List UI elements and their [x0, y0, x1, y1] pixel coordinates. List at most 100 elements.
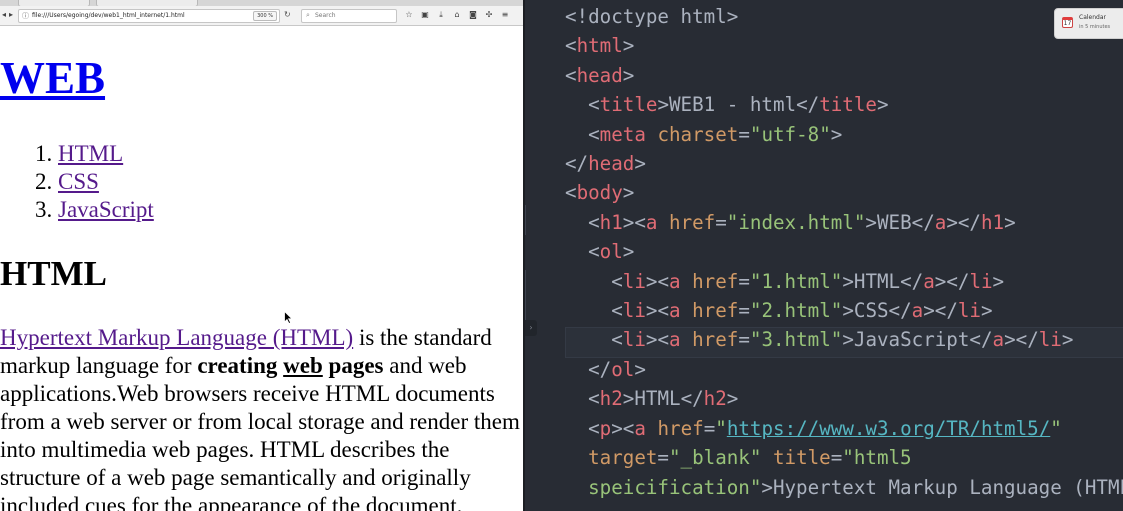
code-token: <	[588, 416, 600, 440]
code-token: href	[692, 328, 739, 352]
nav-item: CSS	[58, 168, 154, 196]
code-token: <	[611, 328, 623, 352]
notification-title: Calendar	[1079, 14, 1106, 21]
code-line[interactable]: <html>	[565, 31, 1123, 60]
para-strong-text: pages	[322, 353, 384, 378]
code-token: "index.html"	[726, 210, 866, 234]
toolbar-icons: ☆ ▣ ⤓ ⌂ ◙ ✣ ≡	[401, 9, 513, 21]
code-line[interactable]: speicification">Hypertext Markup Languag…	[565, 473, 1123, 502]
back-icon[interactable]: ◂	[2, 9, 6, 21]
code-token: <	[565, 63, 577, 87]
section-heading: HTML	[0, 254, 107, 293]
nav-item: JavaScript	[58, 196, 154, 224]
code-token: =	[738, 299, 750, 323]
url-text[interactable]: file:///Users/egoing/dev/web1_html_inter…	[32, 12, 185, 19]
code-token: body	[576, 181, 623, 205]
code-token: "	[1050, 416, 1062, 440]
code-token: li	[969, 269, 993, 293]
collapse-panel-icon[interactable]: ›	[525, 320, 537, 336]
code-editor[interactable]: › <!doctype html> <html> <head> <title>WEB…	[525, 0, 1123, 511]
code-token: =	[703, 416, 716, 440]
html-spec-link[interactable]: Hypertext Markup Language (HTML)	[0, 325, 353, 350]
search-input[interactable]	[315, 11, 391, 20]
code-line[interactable]: <p><a href="https://www.w3.org/TR/html5/…	[565, 414, 1123, 443]
bookmark-star-icon[interactable]: ☆	[401, 9, 417, 21]
code-token: title	[772, 446, 831, 470]
code-line[interactable]: <ol>	[565, 237, 1123, 266]
code-token: a	[645, 210, 658, 234]
reading-list-icon[interactable]: ▣	[417, 9, 433, 21]
code-token: "utf-8"	[749, 122, 831, 146]
code-line[interactable]: <title>WEB1 - html</title>	[565, 90, 1123, 119]
code-line[interactable]: <li><a href="2.html">CSS</a></li>	[565, 296, 1123, 325]
code-line[interactable]: <h1><a href="index.html">WEB</a></h1>	[565, 208, 1123, 237]
code-token: >	[761, 475, 773, 499]
code-token: ><	[622, 210, 646, 234]
code-token: >	[842, 328, 854, 352]
code-token: href	[692, 299, 739, 323]
code-token: CSS	[853, 299, 889, 323]
pocket-icon[interactable]: ◙	[465, 9, 481, 21]
git-gutter-marker	[525, 270, 526, 320]
code-token: >	[842, 269, 854, 293]
code-token: >	[830, 122, 843, 146]
code-token: >	[865, 210, 877, 234]
code-line[interactable]: <meta charset="utf-8">	[565, 120, 1123, 149]
code-content[interactable]: <!doctype html> <html> <head> <title>WEB1 …	[565, 2, 1123, 502]
code-token: a	[934, 210, 947, 234]
zoom-level[interactable]: 300 %	[253, 11, 277, 21]
home-icon[interactable]: ⌂	[449, 9, 465, 21]
nav-link-javascript[interactable]: JavaScript	[58, 197, 154, 222]
code-token: </	[588, 357, 612, 381]
extension-icon[interactable]: ✣	[481, 9, 497, 21]
download-icon[interactable]: ⤓	[433, 9, 449, 21]
home-link[interactable]: WEB	[0, 53, 105, 103]
nav-link-html[interactable]: HTML	[58, 141, 123, 166]
web-page: WEB HTML CSS JavaScript HTML Hypertext M…	[0, 26, 523, 511]
code-token: a	[669, 299, 681, 323]
code-line[interactable]: <li><a href="3.html">JavaScript</a></li>	[565, 325, 1123, 354]
code-line[interactable]: <body>	[565, 178, 1123, 207]
nav-item: HTML	[58, 140, 154, 168]
page-title: WEB	[0, 48, 105, 108]
code-token: <!doctype html>	[565, 5, 739, 28]
code-token: </	[888, 299, 912, 323]
code-token: =	[738, 122, 750, 146]
search-box[interactable]: ⌕	[301, 9, 397, 23]
code-token: =	[738, 269, 750, 293]
code-token: ol	[599, 240, 623, 264]
info-icon[interactable]: ⓘ	[22, 11, 29, 21]
reload-icon[interactable]: ↻	[284, 9, 291, 21]
code-token: >	[622, 34, 635, 58]
code-token: href	[692, 269, 739, 293]
code-line[interactable]: <h2>HTML</h2>	[565, 384, 1123, 413]
nav-list: HTML CSS JavaScript	[0, 140, 154, 224]
code-token: "1.html"	[749, 269, 843, 293]
code-token: >	[634, 357, 646, 381]
code-token: title	[599, 93, 658, 117]
address-bar[interactable]: ⓘ file:///Users/egoing/dev/web1_html_int…	[18, 9, 280, 23]
code-token: HTML	[634, 387, 681, 411]
code-token: h1	[980, 210, 1005, 234]
code-line[interactable]: target="_blank" title="html5	[565, 443, 1123, 472]
code-token: ></	[946, 210, 981, 234]
code-line[interactable]: <head>	[565, 61, 1123, 90]
code-line[interactable]: <!doctype html>	[565, 2, 1123, 31]
calendar-notification[interactable]: 17 Calendar in 5 minutes	[1054, 8, 1123, 39]
code-token: a	[923, 269, 935, 293]
browser-window: ◂ ▸ ⓘ file:///Users/egoing/dev/web1_html…	[0, 0, 523, 511]
code-line[interactable]: </ol>	[565, 355, 1123, 384]
code-line[interactable]: <li><a href="1.html">HTML</a></li>	[565, 267, 1123, 296]
menu-icon[interactable]: ≡	[497, 9, 513, 21]
code-line[interactable]: </head>	[565, 149, 1123, 178]
forward-icon[interactable]: ▸	[9, 9, 13, 21]
nav-link-css[interactable]: CSS	[58, 169, 99, 194]
